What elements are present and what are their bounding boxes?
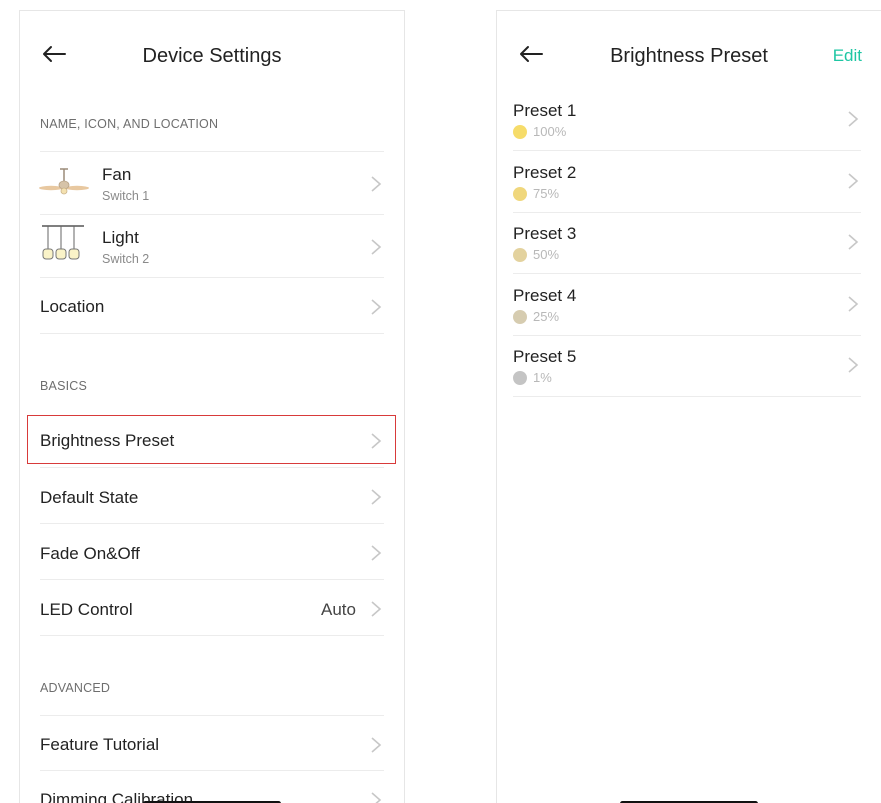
chevron-right-icon [848, 111, 859, 127]
device-row-light[interactable]: Light Switch 2 [40, 215, 384, 278]
brightness-dot-icon [513, 248, 527, 262]
preset-row[interactable]: Preset 4 25% [513, 274, 861, 336]
brightness-preset-screen: Brightness Preset Edit Preset 1 100% Prese… [496, 10, 881, 803]
section-header-basics: BASICS [40, 379, 88, 393]
brightness-dot-icon [513, 309, 527, 324]
brightness-preset-label: Brightness Preset [40, 431, 175, 450]
preset-name: Preset 4 [513, 285, 577, 305]
preset-name: Preset 3 [513, 224, 577, 243]
chevron-right-icon [848, 357, 859, 373]
brightness-dot-icon [513, 125, 527, 139]
preset-name: Preset 1 [513, 101, 577, 120]
chevron-right-icon [371, 433, 382, 449]
preset-percent: 25% [533, 308, 560, 324]
location-label: Location [40, 297, 105, 316]
device-settings-screen: Device Settings NAME, ICON, AND LOCATION… [19, 10, 405, 803]
light-sub: Switch 2 [102, 252, 150, 266]
brightness-dot-icon [513, 186, 527, 201]
nav-bar: Brightness Preset Edit [497, 11, 881, 101]
fade-label: Fade On&Off [40, 544, 140, 563]
chevron-right-icon [371, 737, 382, 753]
preset-percent: 75% [533, 185, 560, 201]
chevron-right-icon [371, 299, 382, 315]
fan-sub: Switch 1 [102, 189, 150, 203]
device-row-fan[interactable]: Fan Switch 1 [39, 151, 384, 215]
feature-tutorial-label: Feature Tutorial [40, 735, 160, 754]
chevron-right-icon [371, 545, 382, 561]
chevron-right-icon [371, 489, 382, 505]
chevron-right-icon [848, 295, 859, 312]
section-header-advanced: ADVANCED [40, 681, 111, 695]
led-control-value: Auto [321, 600, 356, 619]
chevron-right-icon [848, 172, 859, 189]
chevron-right-icon [371, 239, 382, 255]
preset-row[interactable]: Preset 2 75% [513, 151, 861, 213]
default-state-label: Default State [40, 488, 139, 507]
chevron-right-icon [371, 176, 382, 192]
location-row[interactable]: Location [40, 278, 384, 334]
chevron-right-icon [371, 601, 382, 617]
edit-button[interactable]: Edit [833, 46, 862, 66]
brightness-preset-row[interactable]: Brightness Preset [40, 413, 384, 468]
led-control-label: LED Control [40, 600, 133, 619]
page-title: Device Settings [142, 45, 282, 67]
preset-name: Preset 2 [513, 162, 577, 182]
chevron-right-icon [371, 792, 382, 803]
preset-percent: 100% [533, 124, 567, 139]
page-title: Brightness Preset [610, 45, 768, 67]
preset-row[interactable]: Preset 3 50% [513, 212, 861, 274]
light-label: Light [102, 228, 139, 247]
fade-row[interactable]: Fade On&Off [40, 524, 384, 580]
default-state-row[interactable]: Default State [40, 468, 384, 524]
pendant-light-icon [42, 225, 84, 260]
preset-row[interactable]: Preset 1 100% [513, 89, 861, 151]
brightness-dot-icon [513, 371, 527, 385]
led-control-row[interactable]: LED Control Auto [40, 580, 384, 636]
preset-row[interactable]: Preset 5 1% [513, 335, 861, 397]
chevron-right-icon [848, 234, 859, 250]
fan-label: Fan [102, 165, 132, 184]
section-header-name-icon-location: NAME, ICON, AND LOCATION [40, 117, 219, 131]
preset-name: Preset 5 [513, 347, 577, 366]
preset-percent: 1% [533, 370, 552, 385]
preset-percent: 50% [533, 247, 560, 262]
feature-tutorial-row[interactable]: Feature Tutorial [40, 715, 384, 771]
nav-bar: Device Settings [20, 11, 404, 101]
ceiling-fan-icon [39, 168, 89, 195]
dimming-calibration-row[interactable]: Dimming Calibration [40, 771, 384, 803]
